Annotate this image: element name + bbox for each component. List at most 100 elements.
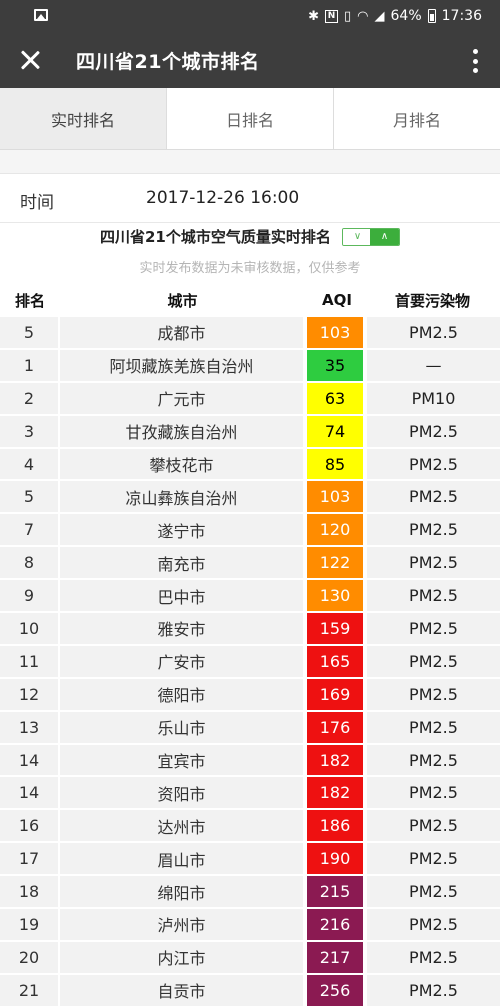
aqi-value: 130: [307, 580, 363, 614]
pollutant-cell: PM2.5: [365, 481, 500, 515]
time-value: 2017-12-26 16:00: [146, 188, 300, 208]
aqi-value: 169: [307, 678, 363, 712]
aqi-value: 35: [307, 349, 363, 383]
table-row[interactable]: 19 泸州市 216 PM2.5: [0, 909, 500, 942]
rank-cell: 8: [0, 547, 60, 581]
vibrate-icon: ▯: [344, 8, 352, 24]
city-cell: 自贡市: [60, 974, 305, 1007]
more-options-icon[interactable]: [472, 49, 478, 73]
pollutant-cell: PM2.5: [365, 843, 500, 877]
rank-cell: 4: [0, 448, 60, 482]
pollutant-cell: PM2.5: [365, 613, 500, 646]
pollutant-cell: PM2.5: [365, 580, 500, 614]
table-row[interactable]: 3 甘孜藏族自治州 74 PM2.5: [0, 415, 500, 449]
rank-cell: 1: [0, 349, 60, 383]
city-cell: 内江市: [60, 941, 305, 975]
city-cell: 绵阳市: [60, 876, 305, 910]
pollutant-cell: PM2.5: [365, 941, 500, 975]
tab-realtime[interactable]: 实时排名: [0, 88, 167, 149]
close-icon[interactable]: [18, 48, 42, 72]
aqi-value: 215: [307, 876, 363, 910]
rank-cell: 16: [0, 810, 60, 844]
pollutant-cell: PM2.5: [365, 678, 500, 712]
aqi-value: 182: [307, 744, 363, 778]
tab-daily[interactable]: 日排名: [167, 88, 334, 149]
data-notice: 实时发布数据为未审核数据，仅供参考: [139, 261, 361, 276]
aqi-value: 165: [307, 645, 363, 679]
rank-cell: 9: [0, 580, 60, 614]
aqi-value: 176: [307, 711, 363, 745]
city-cell: 乐山市: [60, 711, 305, 745]
rank-cell: 5: [0, 481, 60, 515]
table-row[interactable]: 18 绵阳市 215 PM2.5: [0, 876, 500, 910]
title-bar: 四川省21个城市排名: [0, 32, 500, 88]
pollutant-cell: —: [365, 349, 500, 383]
rank-cell: 21: [0, 974, 60, 1007]
rank-cell: 11: [0, 645, 60, 679]
city-cell: 泸州市: [60, 909, 305, 942]
city-cell: 广安市: [60, 645, 305, 679]
wifi-icon: ◠: [357, 8, 369, 24]
chevron-down-icon[interactable]: ∨: [342, 228, 372, 245]
aqi-value: 103: [307, 317, 363, 350]
table-row[interactable]: 20 内江市 217 PM2.5: [0, 941, 500, 975]
aqi-table: 排名 城市 AQI 首要污染物 5 成都市 103 PM2.5 1 阿坝藏族羌族自治州 35…: [0, 283, 500, 1007]
aqi-value: 120: [307, 514, 363, 548]
aqi-value: 186: [307, 810, 363, 844]
time-label: 时间: [20, 193, 54, 213]
header-pollutant: 首要污染物: [394, 291, 470, 310]
city-cell: 攀枝花市: [60, 448, 305, 482]
table-row[interactable]: 16 达州市 186 PM2.5: [0, 810, 500, 844]
table-row[interactable]: 4 攀枝花市 85 PM2.5: [0, 448, 500, 482]
signal-icon: ◢: [374, 8, 385, 24]
aqi-value: 182: [307, 777, 363, 811]
table-row[interactable]: 11 广安市 165 PM2.5: [0, 645, 500, 679]
table-header: 排名 城市 AQI 首要污染物: [0, 283, 500, 317]
clock: 17:36: [441, 8, 482, 24]
pollutant-cell: PM2.5: [365, 711, 500, 745]
rank-cell: 14: [0, 777, 60, 811]
rank-cell: 14: [0, 744, 60, 778]
city-cell: 宜宾市: [60, 744, 305, 778]
sort-toggle[interactable]: ∨ ∧: [341, 227, 400, 246]
city-cell: 巴中市: [60, 580, 305, 614]
pollutant-cell: PM2.5: [365, 448, 500, 482]
city-cell: 阿坝藏族羌族自治州: [60, 349, 305, 383]
table-title: 四川省21个城市空气质量实时排名: [100, 228, 331, 246]
rank-cell: 7: [0, 514, 60, 548]
status-icons: ✱ N ▯ ◠ ◢ 64% 17:36: [308, 0, 482, 32]
table-row[interactable]: 5 凉山彝族自治州 103 PM2.5: [0, 481, 500, 515]
table-row[interactable]: 10 雅安市 159 PM2.5: [0, 613, 500, 646]
pollutant-cell: PM2.5: [365, 547, 500, 581]
city-cell: 资阳市: [60, 777, 305, 811]
bluetooth-icon: ✱: [308, 8, 320, 24]
rank-cell: 12: [0, 678, 60, 712]
tab-monthly[interactable]: 月排名: [334, 88, 500, 149]
table-row[interactable]: 7 遂宁市 120 PM2.5: [0, 514, 500, 548]
rank-cell: 18: [0, 876, 60, 910]
city-cell: 凉山彝族自治州: [60, 481, 305, 515]
table-row[interactable]: 21 自贡市 256 PM2.5: [0, 974, 500, 1007]
table-row[interactable]: 1 阿坝藏族羌族自治州 35—: [0, 349, 500, 383]
aqi-value: 85: [307, 448, 363, 482]
table-row[interactable]: 8 南充市 122 PM2.5: [0, 547, 500, 581]
table-row[interactable]: 14 资阳市 182 PM2.5: [0, 777, 500, 811]
city-cell: 眉山市: [60, 843, 305, 877]
pollutant-cell: PM2.5: [365, 810, 500, 844]
table-row[interactable]: 5 成都市 103 PM2.5: [0, 317, 500, 350]
table-row[interactable]: 2 广元市 63 PM10: [0, 382, 500, 416]
table-body: 5 成都市 103 PM2.5 1 阿坝藏族羌族自治州 35—2 广元市 63 PM10 3 甘孜藏族…: [0, 317, 500, 1007]
city-cell: 南充市: [60, 547, 305, 581]
city-cell: 甘孜藏族自治州: [60, 415, 305, 449]
city-cell: 达州市: [60, 810, 305, 844]
pollutant-cell: PM2.5: [365, 777, 500, 811]
table-row[interactable]: 14 宜宾市 182 PM2.5: [0, 744, 500, 778]
aqi-value: 216: [307, 909, 363, 942]
chevron-up-icon[interactable]: ∧: [369, 228, 399, 245]
table-row[interactable]: 13 乐山市 176 PM2.5: [0, 711, 500, 745]
rank-cell: 13: [0, 711, 60, 745]
aqi-value: 190: [307, 843, 363, 877]
table-row[interactable]: 17 眉山市 190 PM2.5: [0, 843, 500, 877]
table-row[interactable]: 12 德阳市 169 PM2.5: [0, 678, 500, 712]
table-row[interactable]: 9 巴中市 130 PM2.5: [0, 580, 500, 614]
